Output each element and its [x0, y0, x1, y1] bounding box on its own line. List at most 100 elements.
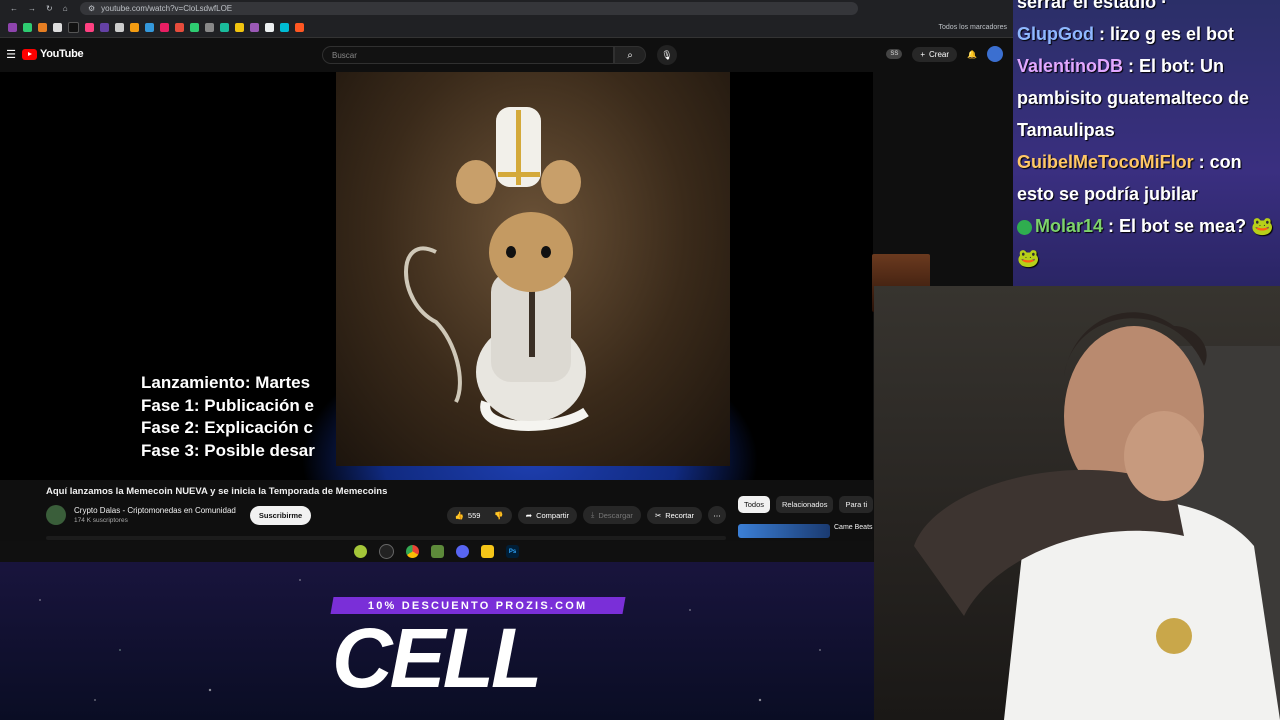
subscribe-button[interactable]: Suscribirme	[249, 505, 312, 525]
pope-mouse-illustration	[404, 107, 589, 431]
mic-icon: 🎙	[661, 49, 673, 60]
chat-message: GlupGod : lizo g es el bot	[1017, 24, 1234, 44]
bookmarks-bar: Todos los marcadores	[0, 17, 1013, 38]
like-count: 559	[467, 510, 481, 520]
folder-icon[interactable]	[481, 545, 494, 558]
scissors-icon: ✂	[654, 510, 662, 520]
channel-name[interactable]: Crypto Dalas - Criptomonedas en Comunida…	[74, 506, 236, 515]
reload-icon[interactable]: ↻	[46, 4, 53, 13]
overlay-line: Fase 3: Posible desar	[141, 440, 315, 460]
download-icon: ⤓	[591, 510, 595, 519]
voice-search-button[interactable]: 🎙	[657, 45, 677, 65]
overlay-line: Lanzamiento: Martes	[141, 373, 311, 392]
minecraft-icon[interactable]	[431, 545, 444, 558]
home-icon[interactable]: ⌂	[63, 4, 68, 13]
share-button[interactable]: ➦ Compartir	[517, 506, 577, 524]
bookmark-icon[interactable]	[205, 22, 214, 32]
chat-message: Molar14 : El bot se mea? 🐸 🐸	[1017, 216, 1274, 268]
bookmark-icon[interactable]	[53, 22, 62, 32]
streamer-silhouette	[914, 312, 1280, 720]
chat-username: Molar14	[1035, 216, 1104, 236]
bookmark-icon[interactable]	[235, 22, 244, 32]
bookmark-icon[interactable]	[175, 22, 184, 32]
subscriber-badge-icon	[1017, 219, 1032, 235]
taskbar: Ps	[0, 541, 873, 562]
address-bar[interactable]: ⚙ youtube.com/watch?v=CloLsdwfLOE	[80, 2, 858, 15]
chrome-icon[interactable]	[406, 545, 419, 558]
clip-button[interactable]: ✂ Recortar	[646, 506, 702, 524]
bookmark-icon[interactable]	[280, 22, 289, 32]
bookmark-icon[interactable]	[8, 22, 17, 32]
channel-row: Crypto Dalas - Criptomonedas en Comunida…	[46, 505, 726, 525]
video-player[interactable]: Lanzamiento: Martes Fase 1: Publicación e…	[0, 72, 873, 480]
download-button[interactable]: ⤓ Descargar	[583, 506, 641, 524]
search-button[interactable]: ⌕	[614, 46, 646, 64]
chat-message: serrar el estadio ·	[1013, 0, 1280, 18]
bookmark-icon[interactable]	[295, 22, 304, 32]
share-label: Compartir	[536, 510, 569, 520]
youtube-logo-text: YouTube	[40, 48, 84, 60]
menu-icon[interactable]: ☰	[0, 48, 22, 61]
plus-icon: +	[920, 49, 926, 59]
ss-chip[interactable]: SS	[886, 49, 903, 59]
chat-text: serrar el estadio	[1017, 0, 1157, 12]
recommended-thumbnail[interactable]	[738, 524, 830, 538]
chip-all[interactable]: Todos	[738, 496, 771, 513]
browser-window: ← → ↻ ⌂ ⚙ youtube.com/watch?v=CloLsdwfLO…	[0, 0, 1013, 562]
create-button[interactable]: + Crear	[912, 46, 958, 62]
photoshop-icon[interactable]: Ps	[506, 545, 519, 558]
address-text: youtube.com/watch?v=CloLsdwfLOE	[101, 4, 233, 13]
bookmark-icon[interactable]	[250, 22, 259, 32]
site-info-icon[interactable]: ⚙	[88, 4, 95, 13]
bell-icon[interactable]: 🔔	[967, 50, 977, 59]
forward-icon[interactable]: →	[28, 4, 36, 13]
chat-username: GuibelMeTocoMiFlor	[1017, 152, 1194, 172]
bookmark-icon[interactable]	[190, 22, 199, 32]
youtube-logo[interactable]: YouTube	[22, 48, 84, 60]
chat-message: ValentinoDB : El bot: Un pambisito guate…	[1017, 56, 1250, 140]
bookmark-icon[interactable]	[115, 22, 124, 32]
cell-logo: CELL	[332, 611, 542, 705]
subscriber-count: 174 K suscriptores	[74, 517, 128, 524]
browser-titlebar: ← → ↻ ⌂ ⚙ youtube.com/watch?v=CloLsdwfLO…	[0, 0, 1013, 17]
bookmark-icon[interactable]	[145, 22, 154, 32]
chat-username: ValentinoDB	[1017, 56, 1124, 76]
bookmarks-folder-label[interactable]: Todos los marcadores	[939, 24, 1007, 31]
bookmark-icon[interactable]	[100, 22, 109, 32]
bookmark-icon[interactable]	[23, 22, 32, 32]
overlay-line: Fase 1: Publicación e	[141, 395, 314, 415]
description-box[interactable]	[46, 536, 726, 540]
overlay-line: Fase 2: Explicación c	[141, 418, 313, 437]
bookmark-icon[interactable]	[38, 22, 47, 32]
channel-avatar[interactable]	[46, 505, 66, 525]
chat-text: lizo g es el bot	[1109, 24, 1234, 44]
search-icon: ⌕	[627, 49, 633, 61]
bookmark-icon[interactable]	[68, 21, 79, 33]
bookmark-icon[interactable]	[130, 22, 139, 32]
chat-message: GuibelMeTocoMiFlor : con esto se podría …	[1017, 152, 1242, 204]
account-avatar[interactable]	[987, 46, 1003, 62]
download-label: Descargar	[598, 510, 633, 520]
bookmark-icon[interactable]	[265, 22, 274, 32]
thumbs-down-icon[interactable]: 👎	[494, 511, 503, 520]
chat-text: El bot se mea?	[1119, 216, 1247, 236]
like-button[interactable]: 👍 559 👎	[446, 506, 512, 524]
chat-overlay: serrar el estadio · GlupGod : lizo g es …	[1013, 0, 1280, 286]
mouse-clip-frame	[336, 72, 730, 466]
bookmark-icon[interactable]	[220, 22, 229, 32]
more-actions-button[interactable]: ⋯	[708, 506, 726, 524]
bookmark-icon[interactable]	[85, 22, 94, 32]
android-icon[interactable]	[354, 545, 367, 558]
chat-username: GlupGod	[1017, 24, 1094, 44]
obs-icon[interactable]	[379, 544, 394, 559]
discord-icon[interactable]	[456, 545, 469, 558]
create-label: Crear	[929, 49, 950, 59]
search-input[interactable]: Buscar	[322, 46, 614, 64]
bookmark-icon[interactable]	[160, 22, 169, 32]
related-chips: Todos Relacionados Para ti	[738, 496, 874, 513]
share-icon: ➦	[525, 510, 533, 520]
back-icon[interactable]: ←	[10, 4, 18, 13]
chip-related[interactable]: Relacionados	[776, 496, 834, 513]
chip-for-you[interactable]: Para ti	[839, 496, 874, 513]
youtube-header: ☰ YouTube Buscar ⌕ 🎙 SS + Crear 🔔	[0, 38, 1013, 70]
